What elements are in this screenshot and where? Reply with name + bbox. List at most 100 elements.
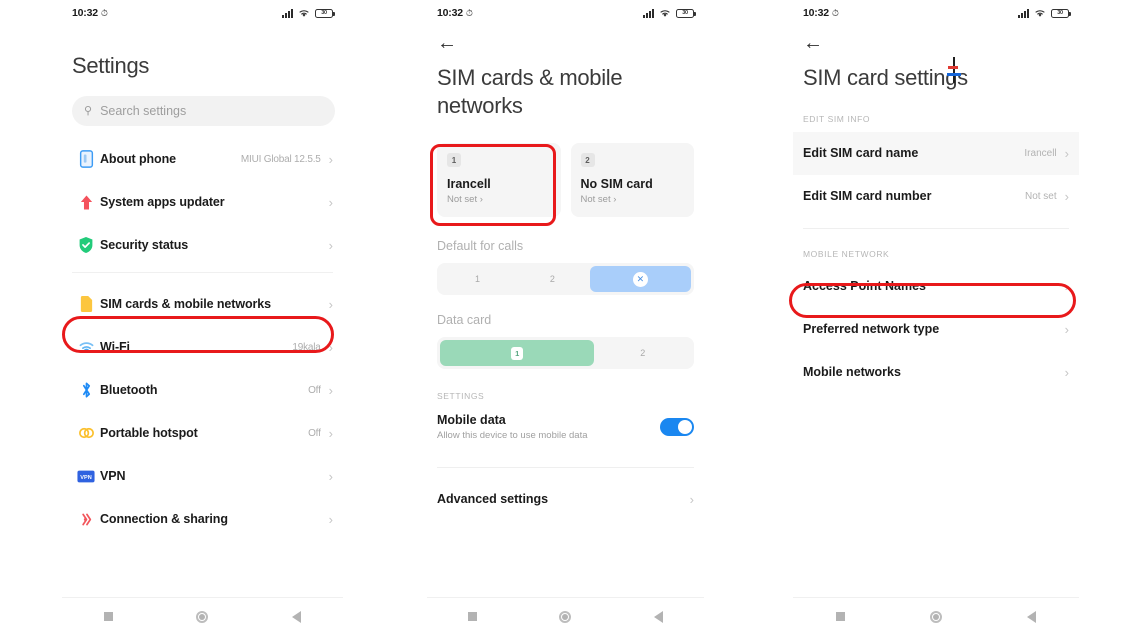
- default-for-calls-section: Default for calls 1 2 ✕: [427, 239, 704, 295]
- phone-screen-sim-card-settings: 10:32 ⏱ 30 ← SIM card settings EDIT SIM …: [793, 0, 1079, 635]
- row-preferred-network-type[interactable]: Preferred network type ›: [793, 308, 1079, 351]
- recents-square-icon[interactable]: [103, 612, 113, 621]
- wifi-icon: [72, 340, 100, 354]
- seg-option-ask-every-time[interactable]: ✕: [589, 266, 691, 292]
- sidebar-item-portable-hotspot[interactable]: Portable hotspot Off ›: [62, 412, 343, 455]
- chevron-right-icon: ›: [328, 151, 333, 167]
- mobile-data-toggle[interactable]: [660, 418, 694, 436]
- row-edit-sim-card-number[interactable]: Edit SIM card number Not set ›: [793, 175, 1079, 218]
- sim-slot-badge: 1: [447, 153, 461, 167]
- row-label: Access Point Names: [803, 279, 926, 293]
- row-label: Preferred network type: [803, 322, 940, 336]
- home-circle-icon[interactable]: [559, 610, 572, 623]
- alarm-icon: ⏱: [831, 7, 839, 18]
- connection-sharing-icon: [72, 511, 100, 528]
- sim-card-2[interactable]: 2 No SIM card Not set ›: [570, 143, 694, 217]
- status-bar: 10:32 ⏱ 30: [62, 0, 343, 26]
- seg-option-sim2[interactable]: 2: [515, 266, 590, 292]
- recents-square-icon[interactable]: [835, 612, 845, 621]
- row-mobile-networks[interactable]: Mobile networks ›: [793, 351, 1079, 394]
- row-value: Off: [308, 427, 321, 439]
- chevron-right-icon: ›: [1064, 278, 1069, 294]
- page-title: SIM cards & mobile networks: [437, 65, 623, 118]
- row-access-point-names[interactable]: Access Point Names ›: [793, 265, 1079, 308]
- section-divider: [803, 227, 1069, 229]
- status-bar-left: 10:32 ⏱: [803, 7, 839, 19]
- bluetooth-icon: [72, 381, 100, 399]
- sim-card-1[interactable]: 1 Irancell Not set ›: [437, 143, 561, 217]
- alarm-icon: ⏱: [100, 7, 108, 18]
- sim-card-icon: [72, 295, 100, 313]
- navigation-bar: [62, 597, 343, 635]
- chevron-right-icon: ›: [328, 468, 333, 484]
- status-clock: 10:32: [437, 7, 463, 19]
- sim-card-status: Not set ›: [580, 194, 617, 205]
- row-label: About phone: [100, 152, 176, 166]
- shield-check-icon: [72, 236, 100, 254]
- row-label: Edit SIM card number: [803, 189, 932, 203]
- status-clock: 10:32: [803, 7, 829, 19]
- signal-icon: [1018, 8, 1029, 18]
- back-triangle-icon[interactable]: [653, 610, 663, 623]
- row-label: Security status: [100, 238, 189, 252]
- status-bar: 10:32 ⏱ 30: [427, 0, 704, 26]
- screenshot-board: 10:32 ⏱ 30 Settings ⚲ Search settings Ab…: [0, 0, 1125, 635]
- seg-option-data-sim2[interactable]: 2: [594, 340, 691, 366]
- home-circle-icon[interactable]: [929, 610, 942, 623]
- recents-square-icon[interactable]: [468, 612, 478, 621]
- row-label: VPN: [100, 469, 126, 483]
- sidebar-item-sim-cards-mobile-networks[interactable]: SIM cards & mobile networks ›: [62, 283, 343, 326]
- sidebar-item-wifi[interactable]: Wi-Fi 19kala ›: [62, 326, 343, 369]
- navigation-bar: [793, 597, 1079, 635]
- back-triangle-icon[interactable]: [1027, 610, 1037, 623]
- vpn-icon: VPN: [72, 470, 100, 483]
- row-value: Off: [308, 384, 321, 396]
- sidebar-item-connection-sharing[interactable]: Connection & sharing ›: [62, 498, 343, 541]
- sim-slot-badge: 2: [580, 153, 595, 167]
- status-bar-right: 30: [1018, 8, 1071, 18]
- row-value: 19kala: [292, 341, 321, 353]
- text-cursor-artifact: [947, 57, 961, 83]
- seg-option-sim1[interactable]: 1: [440, 266, 515, 292]
- phone-screen-sim-networks: 10:32 ⏱ 30 ← SIM cards & mobile networks…: [427, 0, 704, 635]
- row-label: Portable hotspot: [100, 426, 198, 440]
- sim-card-chips: 1 Irancell Not set › 2 No SIM card Not s…: [427, 143, 704, 217]
- sim-card-name: No SIM card: [580, 177, 653, 191]
- sidebar-item-about-phone[interactable]: About phone MIUI Global 12.5.5 ›: [62, 138, 343, 181]
- phone-outline-icon: [72, 150, 100, 168]
- mobile-data-text: Mobile data Allow this device to use mob…: [437, 413, 660, 441]
- sidebar-item-security-status[interactable]: Security status ›: [62, 224, 343, 267]
- phone-screen-settings: 10:32 ⏱ 30 Settings ⚲ Search settings Ab…: [62, 0, 343, 635]
- battery-icon: 30: [1051, 8, 1071, 18]
- search-input[interactable]: ⚲ Search settings: [72, 95, 335, 126]
- status-clock: 10:32: [72, 7, 98, 19]
- mobile-data-row[interactable]: Mobile data Allow this device to use mob…: [427, 413, 704, 441]
- row-edit-sim-card-name[interactable]: Edit SIM card name Irancell ›: [793, 131, 1079, 175]
- advanced-settings-row[interactable]: Advanced settings ›: [427, 492, 704, 506]
- edit-sim-info-caption: EDIT SIM INFO: [803, 113, 871, 124]
- seg-option-data-sim1[interactable]: 1: [440, 340, 595, 366]
- back-triangle-icon[interactable]: [292, 610, 302, 623]
- settings-section: SETTINGS Mobile data Allow this device t…: [427, 391, 704, 441]
- data-card-label: Data card: [437, 313, 492, 327]
- sidebar-item-vpn[interactable]: VPN VPN ›: [62, 455, 343, 498]
- data-card-selector[interactable]: 1 2: [437, 337, 694, 369]
- default-for-calls-selector[interactable]: 1 2 ✕: [437, 263, 694, 295]
- sidebar-item-system-apps-updater[interactable]: System apps updater ›: [62, 181, 343, 224]
- sim-slot-badge: 1: [511, 346, 524, 360]
- mobile-data-title: Mobile data: [437, 413, 506, 427]
- mobile-network-list: Access Point Names › Preferred network t…: [793, 265, 1079, 394]
- back-button[interactable]: ←: [427, 26, 704, 60]
- sidebar-item-bluetooth[interactable]: Bluetooth Off ›: [62, 369, 343, 412]
- home-circle-icon[interactable]: [196, 610, 209, 623]
- status-bar-right: 30: [282, 8, 335, 18]
- search-placeholder: Search settings: [100, 103, 187, 118]
- chevron-right-icon: ›: [328, 425, 333, 441]
- chevron-right-icon: ›: [1064, 188, 1069, 204]
- back-button[interactable]: ←: [793, 26, 1079, 60]
- chevron-right-icon: ›: [1064, 364, 1069, 380]
- battery-icon: 30: [315, 8, 335, 18]
- signal-icon: [643, 8, 654, 18]
- status-bar-right: 30: [643, 8, 696, 18]
- settings-list-top: About phone MIUI Global 12.5.5 › System …: [62, 138, 343, 267]
